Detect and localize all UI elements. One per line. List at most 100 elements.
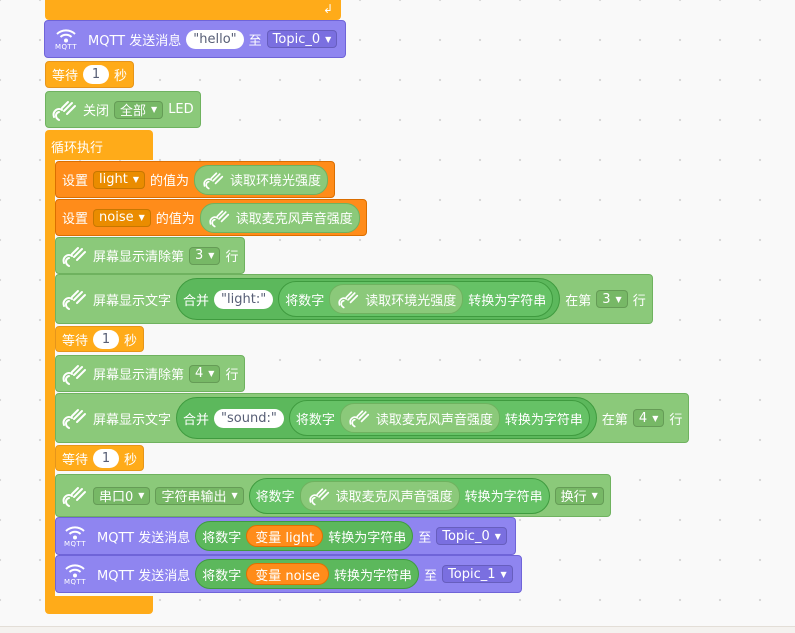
loop-arrow-icon: ↲ — [322, 2, 333, 16]
chevron-down-icon: ▼ — [132, 175, 139, 184]
row-dropdown[interactable]: 3 ▼ — [189, 246, 221, 265]
wait-label: 等待 — [62, 333, 89, 349]
to-label: 至 — [424, 568, 438, 584]
sensor-reporter[interactable]: 读取环境光强度 — [329, 284, 464, 314]
sensor-hand-icon — [203, 171, 224, 189]
row-dropdown[interactable]: 3 ▼ — [596, 290, 628, 308]
newline-dropdown[interactable]: 换行 ▼ — [554, 486, 604, 505]
mqtt-send-light-block[interactable]: MQTT MQTT 发送消息 将数字 变量 light 转换为字符串 至 Top… — [55, 517, 516, 555]
close-led-block[interactable]: 关闭 全部 ▼ LED — [45, 91, 201, 128]
num-to-string-reporter[interactable]: 将数字 变量 noise 转换为字符串 — [195, 559, 419, 589]
set-light-block[interactable]: 设置 light ▼ 的值为 读取环境光强度 — [55, 161, 336, 198]
at-label: 在第 — [565, 293, 592, 309]
led-label: LED — [168, 102, 194, 117]
value-label: 的值为 — [149, 174, 189, 189]
sensor-hand-icon — [62, 290, 86, 310]
topic-dropdown[interactable]: Topic_1 ▼ — [442, 565, 513, 583]
sensor-hand-icon — [62, 486, 86, 507]
chevron-down-icon: ▼ — [231, 491, 238, 500]
sensor-hand-icon — [209, 209, 229, 227]
chevron-down-icon: ▼ — [500, 569, 507, 579]
variable-reporter[interactable]: 变量 light — [246, 525, 324, 547]
wait-block[interactable]: 等待 1 秒 — [45, 61, 135, 88]
wait-block[interactable]: 等待 1 秒 — [55, 445, 145, 471]
mqtt-icon-label: MQTT — [55, 43, 77, 51]
chevron-down-icon: ▼ — [138, 491, 145, 500]
show-text-label: 屏幕显示文字 — [93, 412, 172, 428]
row-dropdown[interactable]: 4 ▼ — [189, 364, 221, 383]
set-noise-block[interactable]: 设置 noise ▼ 的值为 读取麦克风声音强度 — [55, 199, 367, 236]
chevron-down-icon: ▼ — [615, 294, 622, 304]
mqtt-icon: MQTT — [58, 518, 92, 554]
reporter-label: 读取麦克风声音强度 — [235, 212, 353, 227]
sensor-reporter[interactable]: 读取麦克风声音强度 — [299, 480, 460, 511]
topic-dropdown[interactable]: Topic_0 ▼ — [266, 30, 338, 48]
text-input[interactable]: " light: " — [214, 289, 274, 309]
num-to-string-reporter[interactable]: 将数字 变量 light 转换为字符串 — [195, 521, 414, 551]
wait-label: 等待 — [52, 69, 79, 84]
wait-label: 等待 — [62, 452, 89, 468]
num-to-string-reporter[interactable]: 将数字 读取环境光强度 转换为字符串 — [278, 281, 554, 317]
seconds-label: 秒 — [114, 69, 128, 84]
block-label: MQTT 发送消息 — [97, 530, 191, 546]
topic-dropdown[interactable]: Topic_0 ▼ — [436, 527, 507, 545]
show-light-text-block[interactable]: 屏幕显示文字 合并 " light: " 将数字 读取环境光强度 转换为字符串 在第… — [55, 274, 653, 324]
clear-row-3-block[interactable]: 屏幕显示清除第 3 ▼ 行 — [55, 237, 246, 274]
to-num-label: 将数字 — [285, 293, 325, 309]
to-label: 至 — [248, 33, 262, 49]
join-label: 合并 — [183, 293, 210, 309]
serial-output-block[interactable]: 串口0 ▼ 字符串输出 ▼ 将数字 读取麦克风声音强度 转换为字符串 换行 ▼ — [55, 474, 611, 517]
to-num-label: 将数字 — [202, 530, 242, 546]
sensor-reporter[interactable]: 读取麦克风声音强度 — [339, 403, 500, 433]
wait-seconds-input[interactable]: 1 — [93, 329, 120, 349]
join-reporter[interactable]: 合并 " sound: " 将数字 读取麦克风声音强度 转换为字符串 — [176, 397, 597, 439]
partial-control-block[interactable]: ↲ — [45, 0, 341, 20]
block-label: MQTT 发送消息 — [88, 33, 182, 49]
forever-block-top[interactable]: 循环执行 — [45, 130, 153, 160]
sensor-reporter[interactable]: 读取麦克风声音强度 — [199, 202, 360, 233]
variable-reporter[interactable]: 变量 noise — [246, 563, 329, 585]
reporter-label: 读取麦克风声音强度 — [375, 412, 493, 428]
wait-seconds-input[interactable]: 1 — [93, 448, 120, 468]
message-input[interactable]: " hello " — [186, 29, 244, 49]
row-dropdown[interactable]: 4 ▼ — [632, 409, 665, 427]
led-option-dropdown[interactable]: 全部 ▼ — [114, 100, 164, 119]
at-label: 在第 — [601, 412, 628, 428]
serial-port-dropdown[interactable]: 串口0 ▼ — [93, 486, 151, 505]
mqtt-send-noise-block[interactable]: MQTT MQTT 发送消息 将数字 变量 noise 转换为字符串 至 Top… — [55, 555, 522, 593]
horizontal-scrollbar[interactable] — [0, 626, 795, 633]
row-suffix: 行 — [669, 412, 683, 428]
reporter-label: 读取麦克风声音强度 — [335, 490, 453, 505]
to-num-label: 将数字 — [202, 568, 242, 584]
wait-seconds-input[interactable]: 1 — [83, 65, 110, 84]
forever-block-bottom — [45, 596, 153, 614]
sensor-hand-icon — [62, 364, 86, 385]
variable-dropdown[interactable]: noise ▼ — [93, 208, 151, 227]
row-suffix: 行 — [225, 250, 239, 265]
output-mode-dropdown[interactable]: 字符串输出 ▼ — [155, 486, 244, 505]
join-reporter[interactable]: 合并 " light: " 将数字 读取环境光强度 转换为字符串 — [176, 278, 561, 320]
sensor-reporter[interactable]: 读取环境光强度 — [194, 164, 329, 195]
row-suffix: 行 — [632, 293, 646, 309]
set-label: 设置 — [62, 212, 89, 227]
reporter-label: 读取环境光强度 — [230, 174, 322, 189]
text-input[interactable]: " sound: " — [214, 408, 284, 428]
clear-row-4-block[interactable]: 屏幕显示清除第 4 ▼ 行 — [55, 355, 246, 392]
sensor-hand-icon — [52, 100, 76, 121]
value-label: 的值为 — [155, 212, 195, 227]
show-sound-text-block[interactable]: 屏幕显示文字 合并 " sound: " 将数字 读取麦克风声音强度 转换为字符串 … — [55, 393, 690, 443]
variable-dropdown[interactable]: light ▼ — [93, 170, 145, 189]
show-text-label: 屏幕显示文字 — [93, 293, 172, 309]
num-to-string-reporter[interactable]: 将数字 读取麦克风声音强度 转换为字符串 — [288, 400, 590, 436]
chevron-down-icon: ▼ — [494, 531, 501, 541]
to-str-label: 转换为字符串 — [328, 530, 407, 546]
sensor-hand-icon — [62, 409, 86, 429]
mqtt-icon: MQTT — [58, 556, 92, 592]
chevron-down-icon: ▼ — [325, 34, 332, 44]
clear-label: 屏幕显示清除第 — [93, 250, 185, 265]
chevron-down-icon: ▼ — [591, 491, 598, 500]
num-to-string-reporter[interactable]: 将数字 读取麦克风声音强度 转换为字符串 — [248, 477, 550, 514]
wait-block[interactable]: 等待 1 秒 — [55, 326, 145, 352]
chevron-down-icon: ▼ — [138, 213, 145, 222]
mqtt-send-hello-block[interactable]: MQTT MQTT 发送消息 " hello " 至 Topic_0 ▼ — [44, 20, 347, 58]
